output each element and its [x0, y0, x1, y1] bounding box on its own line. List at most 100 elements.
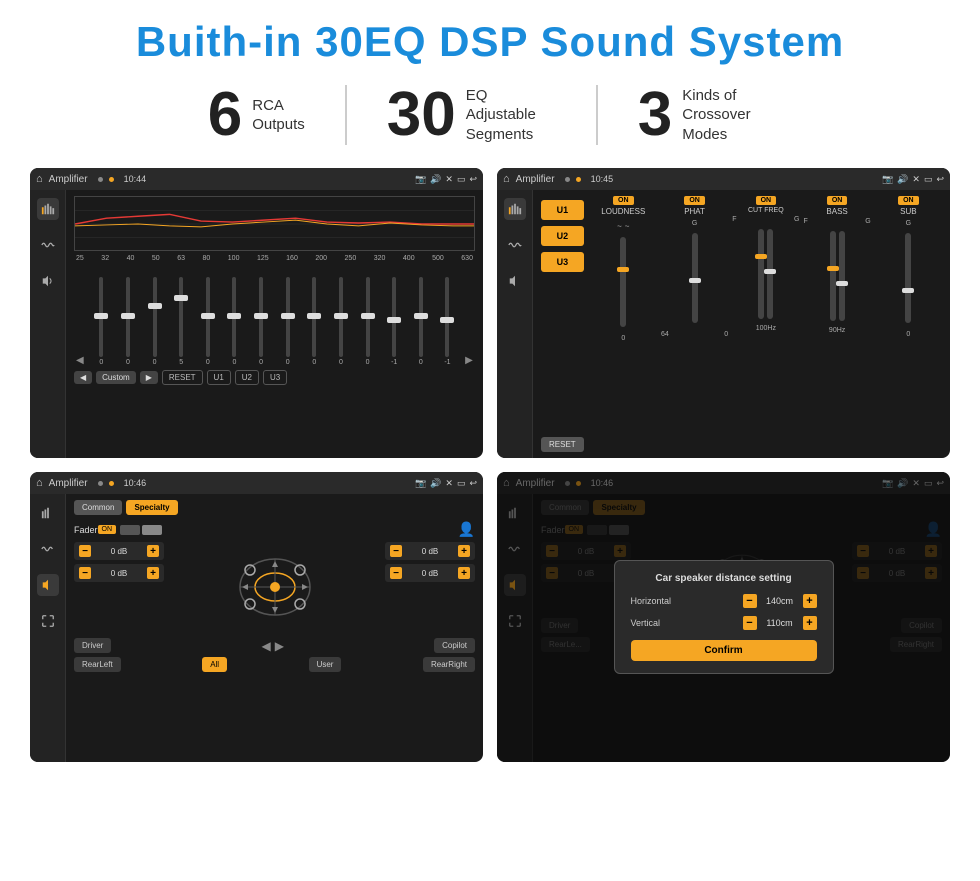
phat-slider[interactable]	[692, 233, 698, 323]
topbar-dot6	[109, 481, 114, 486]
copilot-btn[interactable]: Copilot	[434, 638, 475, 653]
phat-on[interactable]: ON	[684, 196, 705, 205]
play-btn[interactable]: ▶	[140, 371, 158, 384]
front-right-plus[interactable]: +	[458, 545, 470, 557]
rearright-btn[interactable]: RearRight	[423, 657, 475, 672]
slider-125[interactable]: 0	[279, 277, 297, 366]
front-left-minus[interactable]: −	[79, 545, 91, 557]
slider-40[interactable]: 0	[146, 277, 164, 366]
slider-50[interactable]: 5	[172, 277, 190, 366]
slider-100[interactable]: 0	[252, 277, 270, 366]
freq-320: 320	[374, 255, 386, 262]
u1-crossover-btn[interactable]: U1	[541, 200, 584, 220]
front-right-db: − 0 dB +	[385, 542, 475, 560]
eq-title: Amplifier	[49, 174, 88, 185]
chevron-right-icon[interactable]: ▶	[275, 639, 284, 653]
cutfreq-on[interactable]: ON	[756, 196, 777, 205]
slider-320[interactable]: -1	[385, 277, 403, 366]
eq-time: 10:44	[124, 174, 147, 184]
stats-row: 6 RCAOutputs 30 EQ AdjustableSegments 3 …	[30, 84, 950, 146]
fader-sidebar-wave-icon[interactable]	[37, 538, 59, 560]
eq-topbar: ⌂ Amplifier 10:44 📷 🔊 ✕ ▭ ↩	[30, 168, 483, 190]
bass-on[interactable]: ON	[827, 196, 848, 205]
back-icon-3[interactable]: ↩	[469, 478, 477, 489]
slider-25[interactable]: 0	[92, 277, 110, 366]
crossover-content: U1 U2 U3 RESET ON LOUDNESS	[533, 190, 950, 458]
crossover-reset-btn[interactable]: RESET	[541, 437, 584, 452]
u2-btn[interactable]: U2	[235, 370, 259, 385]
eq-graph	[74, 196, 475, 251]
confirm-button[interactable]: Confirm	[631, 640, 817, 661]
sub-slider[interactable]	[905, 233, 911, 323]
cross-sidebar-eq-icon[interactable]	[504, 198, 526, 220]
sub-on[interactable]: ON	[898, 196, 919, 205]
eq-sidebar-wave-icon[interactable]	[37, 234, 59, 256]
chevron-left-icon[interactable]: ◀	[261, 639, 270, 653]
vertical-plus[interactable]: +	[803, 616, 817, 630]
slider-200[interactable]: 0	[332, 277, 350, 366]
loudness-panel: ON LOUDNESS ~~ 0	[590, 196, 657, 452]
stat-crossover-number: 3	[638, 84, 672, 146]
common-tab[interactable]: Common	[74, 500, 122, 515]
user-btn[interactable]: User	[309, 657, 342, 672]
reset-btn[interactable]: RESET	[162, 370, 203, 385]
fader-sidebar-eq-icon[interactable]	[37, 502, 59, 524]
slider-400[interactable]: 0	[412, 277, 430, 366]
wifi-icon-3: ✕	[445, 478, 453, 489]
front-left-plus[interactable]: +	[147, 545, 159, 557]
slider-80[interactable]: 0	[225, 277, 243, 366]
freq-40: 40	[127, 255, 135, 262]
slider-500[interactable]: -1	[438, 277, 456, 366]
page-title: Buith-in 30EQ DSP Sound System	[30, 18, 950, 66]
loudness-on[interactable]: ON	[613, 196, 634, 205]
cutfreq-slider-f[interactable]	[758, 229, 764, 319]
rear-left-plus[interactable]: +	[147, 567, 159, 579]
rear-left-minus[interactable]: −	[79, 567, 91, 579]
back-icon-2[interactable]: ↩	[936, 174, 944, 185]
fader-on-badge[interactable]: ON	[98, 525, 117, 534]
fader-screen-body: Common Specialty Fader ON 👤	[30, 494, 483, 762]
left-arrow[interactable]: ◀	[76, 355, 84, 366]
slider-160[interactable]: 0	[305, 277, 323, 366]
front-right-minus[interactable]: −	[390, 545, 402, 557]
eq-sidebar	[30, 190, 66, 458]
vertical-minus[interactable]: −	[743, 616, 757, 630]
crossover-screen-body: U1 U2 U3 RESET ON LOUDNESS	[497, 190, 950, 458]
all-btn[interactable]: All	[202, 657, 227, 672]
loudness-slider[interactable]	[620, 237, 626, 327]
rear-right-minus[interactable]: −	[390, 567, 402, 579]
cross-sidebar-speaker-icon[interactable]	[504, 270, 526, 292]
eq-sidebar-eq-icon[interactable]	[37, 198, 59, 220]
fader-sidebar-speaker-icon[interactable]	[37, 574, 59, 596]
fader-sidebar-expand-icon[interactable]	[37, 610, 59, 632]
phat-label: PHAT	[684, 207, 705, 216]
u2-crossover-btn[interactable]: U2	[541, 226, 584, 246]
right-arrow[interactable]: ▶	[465, 355, 473, 366]
rearleft-btn[interactable]: RearLeft	[74, 657, 121, 672]
horizontal-plus[interactable]: +	[803, 594, 817, 608]
horizontal-value: 140cm	[761, 596, 799, 606]
specialty-tab[interactable]: Specialty	[126, 500, 177, 515]
horizontal-minus[interactable]: −	[743, 594, 757, 608]
cross-sidebar-wave-icon[interactable]	[504, 234, 526, 256]
home-icon-2[interactable]: ⌂	[503, 173, 510, 185]
eq-sidebar-speaker-icon[interactable]	[37, 270, 59, 292]
prev-btn[interactable]: ◀	[74, 371, 92, 384]
u3-btn[interactable]: U3	[263, 370, 287, 385]
bass-slider-f[interactable]	[830, 231, 836, 321]
back-icon[interactable]: ↩	[469, 174, 477, 185]
bass-slider-g[interactable]	[839, 231, 845, 321]
driver-btn[interactable]: Driver	[74, 638, 111, 653]
slider-32[interactable]: 0	[119, 277, 137, 366]
home-icon-3[interactable]: ⌂	[36, 477, 43, 489]
u3-crossover-btn[interactable]: U3	[541, 252, 584, 272]
u1-btn[interactable]: U1	[207, 370, 231, 385]
topbar-icons-3: 📷 🔊 ✕ ▭ ↩	[415, 478, 477, 489]
cutfreq-slider-g[interactable]	[767, 229, 773, 319]
slider-250[interactable]: 0	[359, 277, 377, 366]
rear-left-val: 0 dB	[94, 569, 144, 578]
rear-right-plus[interactable]: +	[458, 567, 470, 579]
slider-63[interactable]: 0	[199, 277, 217, 366]
stat-rca-label: RCAOutputs	[252, 96, 305, 135]
home-icon[interactable]: ⌂	[36, 173, 43, 185]
